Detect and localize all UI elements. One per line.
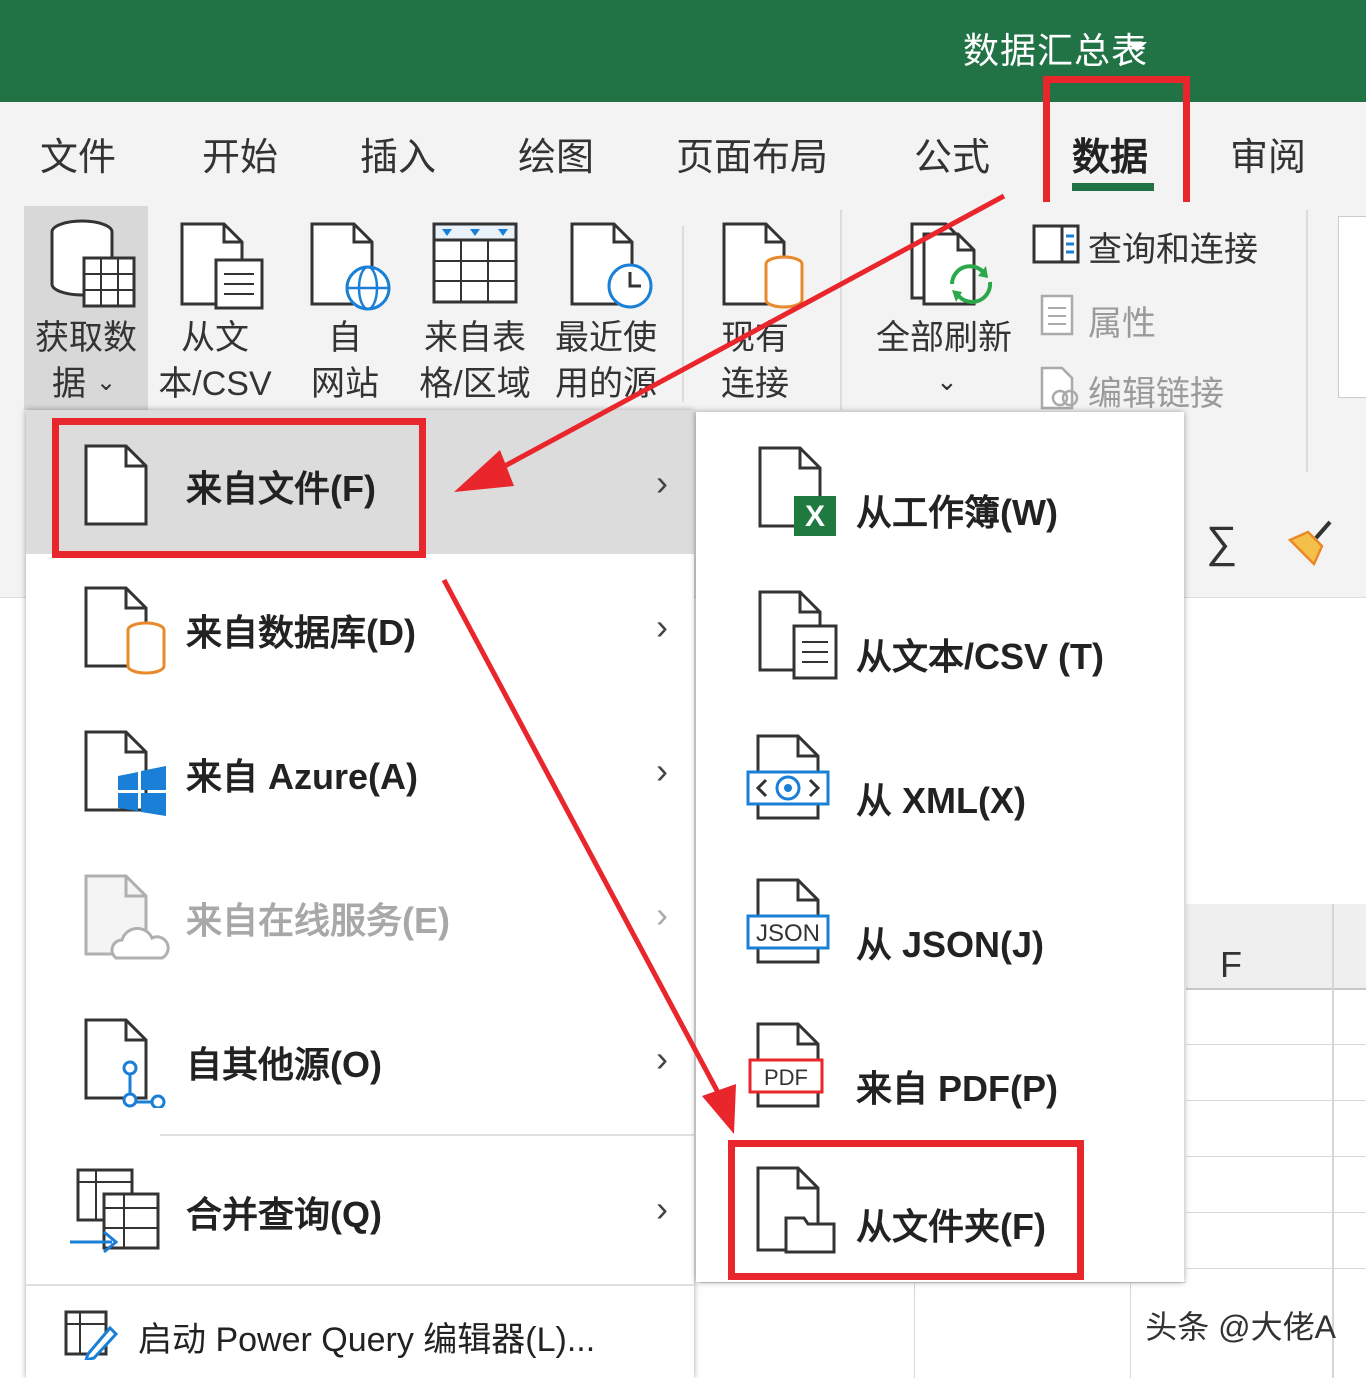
tab-page-layout[interactable]: 页面布局 (676, 126, 828, 181)
highlight-box-data-tab (1043, 76, 1190, 210)
xml-file-icon (746, 734, 830, 820)
ribbon-divider (840, 210, 842, 410)
combine-queries-icon (70, 1168, 160, 1254)
database-table-icon (50, 219, 136, 308)
cloud-file-icon (84, 874, 170, 960)
chevron-right-icon: › (656, 606, 668, 647)
properties-icon (1040, 294, 1074, 336)
pdf-file-icon: PDF (748, 1022, 824, 1108)
column-header-f[interactable]: F (1220, 944, 1242, 986)
tab-review[interactable]: 审阅 (1230, 126, 1306, 181)
excel-workbook-icon: X (758, 446, 836, 536)
properties-button: 属性 (1088, 305, 1156, 343)
launch-power-query-label: 启动 Power Query 编辑器(L)... (138, 1321, 596, 1359)
azure-file-icon (84, 730, 166, 816)
refresh-all-icon[interactable] (906, 220, 1002, 312)
submenu-item-from-json[interactable]: JSON 从 JSON(J) (696, 852, 1184, 996)
highlight-box-from-folder (728, 1140, 1084, 1280)
tab-insert[interactable]: 插入 (360, 126, 436, 181)
pdf-icon-text: PDF (764, 1065, 808, 1090)
clear-brush-icon[interactable] (1286, 516, 1336, 566)
queries-connections-button[interactable]: 查询和连接 (1088, 222, 1258, 271)
existing-connections-label-2[interactable]: 连接 (700, 362, 810, 407)
existing-connections-label-1[interactable]: 现有 (700, 316, 810, 361)
submenu-item-label: 来自 PDF(P) (856, 1068, 1058, 1109)
chevron-right-icon: › (656, 1038, 668, 1079)
gridline (1186, 1156, 1366, 1157)
gridline (914, 1282, 915, 1378)
submenu-item-from-workbook[interactable]: X 从工作簿(W) (696, 420, 1184, 564)
submenu-item-from-xml[interactable]: 从 XML(X) (696, 708, 1184, 852)
json-file-icon: JSON (746, 878, 830, 964)
table-range-icon[interactable] (430, 220, 520, 306)
chevron-down-icon[interactable] (1127, 42, 1147, 52)
queries-pane-icon[interactable] (1032, 222, 1080, 266)
gridline (1186, 1212, 1366, 1213)
menu-item-from-database[interactable]: 来自数据库(D) › (26, 554, 694, 698)
chevron-right-icon: › (656, 1188, 668, 1229)
refresh-all-label[interactable]: 全部刷新 (864, 316, 1024, 361)
watermark: 头条 @大佬A (1145, 1309, 1336, 1345)
submenu-item-label: 从文本/CSV (T) (856, 636, 1104, 677)
from-web-label-2[interactable]: 网站 (300, 362, 390, 407)
chevron-down-icon[interactable]: ⌄ (936, 366, 958, 397)
sheet-cells[interactable] (1186, 624, 1366, 904)
excel-icon-letter: X (805, 500, 825, 533)
other-sources-icon (84, 1018, 166, 1108)
menu-item-label: 来自数据库(D) (186, 612, 416, 653)
submenu-item-label: 从 XML(X) (856, 780, 1026, 821)
menu-item-from-azure[interactable]: 来自 Azure(A) › (26, 698, 694, 842)
column-header (1186, 904, 1366, 990)
tab-file[interactable]: 文件 (40, 126, 116, 181)
submenu-item-from-pdf[interactable]: PDF 来自 PDF(P) (696, 996, 1184, 1140)
gridline (1186, 1268, 1366, 1269)
menu-item-from-online-services: 来自在线服务(E) › (26, 842, 694, 986)
recent-sources-label-1[interactable]: 最近使 (544, 316, 668, 361)
text-csv-icon (758, 590, 838, 680)
tab-home[interactable]: 开始 (202, 126, 278, 181)
from-table-label-2[interactable]: 格/区域 (410, 362, 540, 407)
edit-links-icon (1040, 366, 1079, 410)
menu-item-label: 来自 Azure(A) (186, 756, 418, 797)
menu-item-from-other-sources[interactable]: 自其他源(O) › (26, 986, 694, 1130)
gridline (1130, 1282, 1131, 1378)
submenu-item-label: 从 JSON(J) (856, 924, 1045, 965)
text-file-icon[interactable] (176, 220, 266, 312)
ribbon-divider (1306, 210, 1308, 472)
recent-sources-label-2[interactable]: 用的源 (544, 362, 668, 407)
menu-item-label: 自其他源(O) (186, 1044, 382, 1085)
existing-connections-icon[interactable] (718, 220, 808, 312)
web-file-icon[interactable] (306, 220, 396, 312)
from-table-label-1[interactable]: 来自表 (410, 316, 540, 361)
chevron-right-icon: › (656, 750, 668, 791)
from-text-label-1[interactable]: 从文 (150, 316, 280, 361)
menu-item-combine-queries[interactable]: 合并查询(Q) › (26, 1136, 694, 1280)
json-icon-text: JSON (756, 920, 820, 947)
autosum-icon[interactable]: ∑ (1206, 518, 1237, 568)
from-text-label-2[interactable]: 本/CSV (150, 362, 280, 407)
tab-draw[interactable]: 绘图 (518, 126, 594, 181)
highlight-box-from-file (52, 418, 426, 558)
chevron-right-icon: › (656, 462, 668, 503)
submenu-item-label: 从工作簿(W) (856, 492, 1058, 533)
gridline (1186, 1044, 1366, 1045)
menu-item-launch-power-query[interactable]: 启动 Power Query 编辑器(L)... (26, 1286, 694, 1378)
submenu-item-from-text-csv[interactable]: 从文本/CSV (T) (696, 564, 1184, 708)
chevron-right-icon: › (656, 894, 668, 935)
get-data-label-1: 获取数 (35, 319, 137, 357)
menu-item-label: 合并查询(Q) (186, 1194, 382, 1235)
from-web-label-1[interactable]: 自 (300, 316, 390, 361)
power-query-editor-icon (64, 1310, 118, 1360)
database-file-icon (84, 586, 166, 675)
workbook-title[interactable]: 数据汇总表 (963, 22, 1148, 74)
ribbon-divider (682, 226, 684, 402)
gridline (1186, 1100, 1366, 1101)
tab-formulas[interactable]: 公式 (914, 126, 990, 181)
menu-item-label: 来自在线服务(E) (186, 900, 450, 941)
chevron-down-icon: ⌄ (96, 369, 117, 396)
edit-links-button: 编辑链接 (1088, 375, 1224, 413)
ribbon-overflow-panel (1338, 216, 1366, 398)
recent-sources-icon[interactable] (566, 220, 662, 312)
